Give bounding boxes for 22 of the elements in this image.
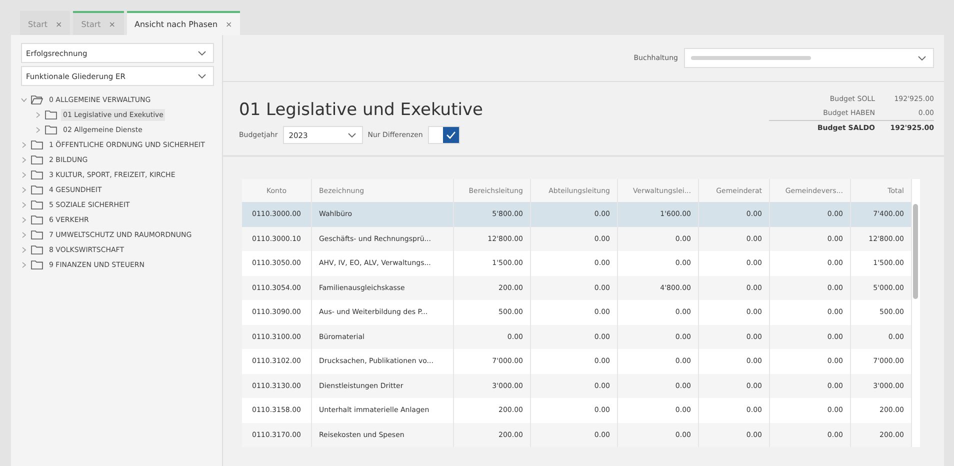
folder-icon: [31, 154, 43, 164]
folder-icon: [31, 260, 43, 270]
chevron-down-icon: [198, 50, 206, 56]
checkbox[interactable]: [428, 126, 460, 144]
chevron-down-icon: [918, 56, 926, 60]
folder-icon: [31, 184, 43, 194]
folder-icon: [45, 124, 57, 134]
folder-icon: [31, 214, 43, 224]
folder-icon: [31, 200, 43, 210]
folder-icon: [31, 244, 43, 254]
scrollbar-thumb[interactable]: [913, 204, 918, 299]
dropdown[interactable]: [684, 48, 934, 68]
page-title: 01 Legislative und Exekutive: [239, 100, 483, 120]
checkmark-icon: [446, 131, 456, 139]
chevron-down-icon: [198, 74, 206, 78]
folder-icon: [45, 110, 57, 120]
folder-open-icon: [31, 94, 43, 104]
tab[interactable]: Ansicht nach Phasen ×: [126, 11, 240, 35]
folder-icon: [31, 230, 43, 240]
folder-icon: [31, 170, 43, 180]
folder-icon: [31, 140, 43, 150]
chevron-down-icon: [348, 132, 356, 138]
